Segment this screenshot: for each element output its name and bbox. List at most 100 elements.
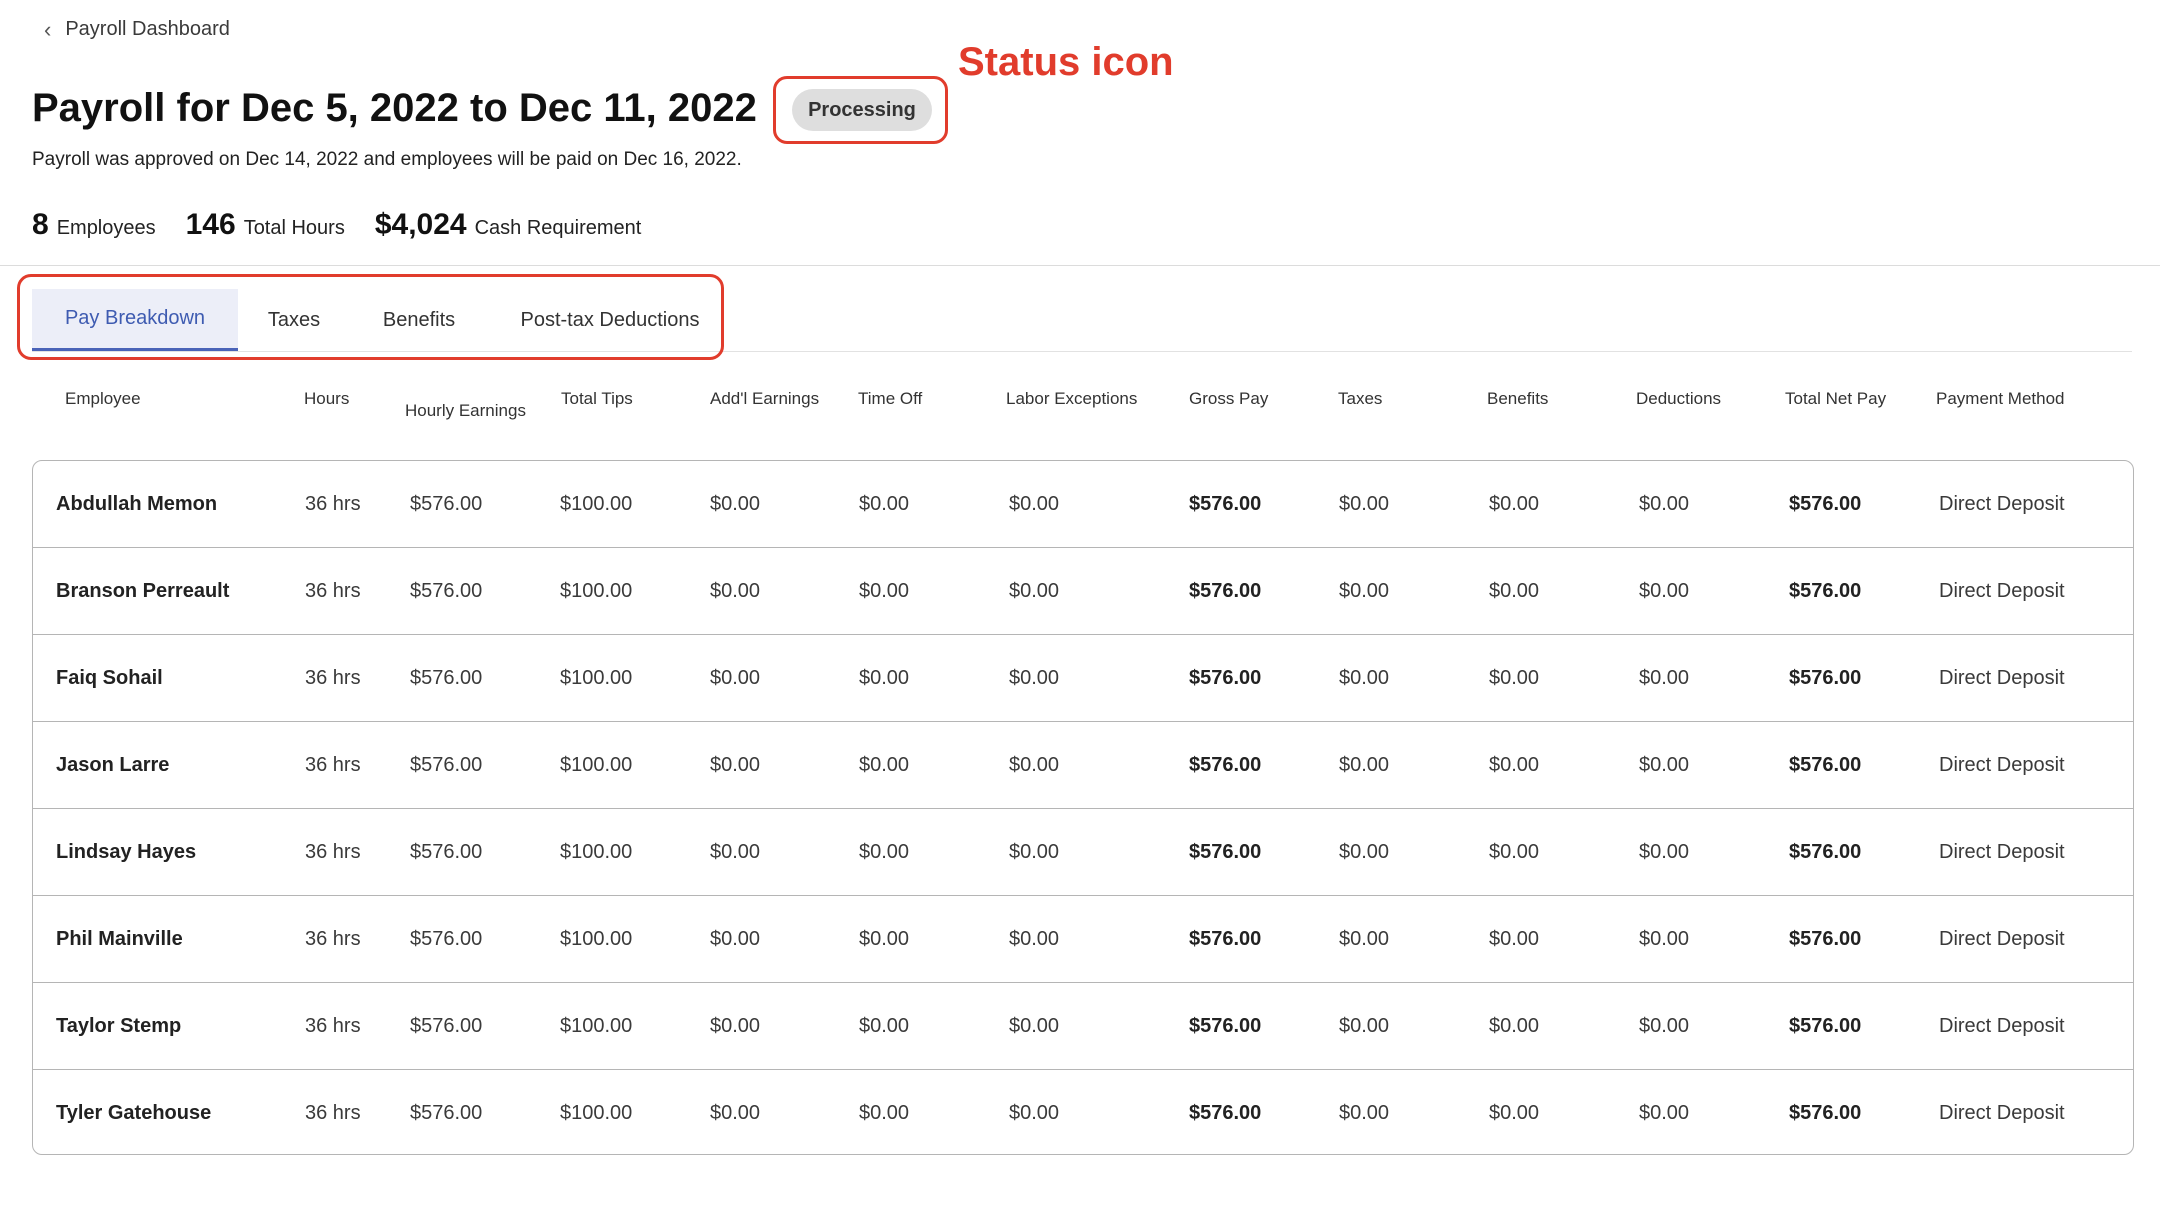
cell-addl-earnings: $0.00 — [710, 754, 761, 776]
table-row[interactable]: Jason Larre 36 hrs $576.00 $100.00 $0.00… — [33, 722, 2133, 809]
tabs-annotation-box — [17, 274, 724, 360]
table-row[interactable]: Lindsay Hayes 36 hrs $576.00 $100.00 $0.… — [33, 809, 2133, 896]
cell-total-tips: $100.00 — [560, 1015, 633, 1037]
cell-benefits: $0.00 — [1489, 667, 1540, 689]
cell-labor-exceptions: $0.00 — [1009, 754, 1060, 776]
cell-taxes: $0.00 — [1339, 493, 1390, 515]
cell-taxes: $0.00 — [1339, 580, 1390, 602]
cell-hours: 36 hrs — [305, 580, 361, 602]
cell-hourly-earnings: $576.00 — [410, 493, 483, 515]
cell-payment-method: Direct Deposit — [1939, 754, 2065, 776]
col-header-total-tips[interactable]: Total Tips — [561, 389, 633, 409]
cell-employee: Branson Perreault — [56, 580, 230, 602]
table-row[interactable]: Phil Mainville 36 hrs $576.00 $100.00 $0… — [33, 896, 2133, 983]
cell-total-tips: $100.00 — [560, 841, 633, 863]
cell-hours: 36 hrs — [305, 1102, 361, 1124]
stat-value: 8 — [32, 208, 49, 241]
cell-hours: 36 hrs — [305, 667, 361, 689]
col-header-deductions[interactable]: Deductions — [1636, 389, 1721, 409]
cell-time-off: $0.00 — [859, 667, 910, 689]
col-header-payment-method[interactable]: Payment Method — [1936, 389, 2065, 409]
cell-total-net-pay: $576.00 — [1789, 493, 1862, 515]
cell-gross-pay: $576.00 — [1189, 493, 1262, 515]
cell-total-net-pay: $576.00 — [1789, 1102, 1862, 1124]
table-row[interactable]: Branson Perreault 36 hrs $576.00 $100.00… — [33, 548, 2133, 635]
col-header-time-off[interactable]: Time Off — [858, 389, 922, 409]
cell-deductions: $0.00 — [1639, 928, 1690, 950]
cell-labor-exceptions: $0.00 — [1009, 1015, 1060, 1037]
cell-addl-earnings: $0.00 — [710, 580, 761, 602]
cell-employee: Taylor Stemp — [56, 1015, 182, 1037]
breadcrumb-label[interactable]: Payroll Dashboard — [65, 18, 230, 41]
table-row[interactable]: Taylor Stemp 36 hrs $576.00 $100.00 $0.0… — [33, 983, 2133, 1070]
col-header-gross-pay[interactable]: Gross Pay — [1189, 389, 1268, 409]
cell-employee: Jason Larre — [56, 754, 170, 776]
status-annotation-label: Status icon — [958, 40, 1174, 84]
col-header-hours[interactable]: Hours — [304, 389, 349, 409]
cell-labor-exceptions: $0.00 — [1009, 1102, 1060, 1124]
cell-total-net-pay: $576.00 — [1789, 928, 1862, 950]
cell-time-off: $0.00 — [859, 580, 910, 602]
cell-time-off: $0.00 — [859, 493, 910, 515]
cell-employee: Lindsay Hayes — [56, 841, 197, 863]
cell-total-net-pay: $576.00 — [1789, 1015, 1862, 1037]
cell-total-net-pay: $576.00 — [1789, 580, 1862, 602]
stat-label: Total Hours — [243, 217, 345, 239]
cell-labor-exceptions: $0.00 — [1009, 580, 1060, 602]
cell-hours: 36 hrs — [305, 928, 361, 950]
pay-breakdown-table: Abdullah Memon 36 hrs $576.00 $100.00 $0… — [32, 460, 2134, 1155]
cell-total-tips: $100.00 — [560, 754, 633, 776]
cell-taxes: $0.00 — [1339, 1015, 1390, 1037]
cell-labor-exceptions: $0.00 — [1009, 493, 1060, 515]
chevron-left-icon[interactable]: ‹ — [44, 18, 51, 41]
cell-benefits: $0.00 — [1489, 1102, 1540, 1124]
cell-payment-method: Direct Deposit — [1939, 667, 2065, 689]
cell-addl-earnings: $0.00 — [710, 1102, 761, 1124]
cell-deductions: $0.00 — [1639, 1015, 1690, 1037]
cell-payment-method: Direct Deposit — [1939, 928, 2065, 950]
cell-hourly-earnings: $576.00 — [410, 1015, 483, 1037]
cell-employee: Abdullah Memon — [56, 493, 218, 515]
cell-gross-pay: $576.00 — [1189, 928, 1262, 950]
cell-employee: Phil Mainville — [56, 928, 183, 950]
cell-time-off: $0.00 — [859, 1102, 910, 1124]
breadcrumb[interactable]: ‹ Payroll Dashboard — [44, 18, 230, 41]
col-header-total-net-pay[interactable]: Total Net Pay — [1785, 389, 1886, 409]
cell-labor-exceptions: $0.00 — [1009, 667, 1060, 689]
col-header-addl-earnings[interactable]: Add'l Earnings — [710, 389, 819, 409]
cell-total-tips: $100.00 — [560, 1102, 633, 1124]
col-header-hourly-earnings[interactable]: Hourly Earnings — [405, 401, 526, 421]
cell-payment-method: Direct Deposit — [1939, 841, 2065, 863]
cell-deductions: $0.00 — [1639, 493, 1690, 515]
cell-hourly-earnings: $576.00 — [410, 928, 483, 950]
cell-time-off: $0.00 — [859, 928, 910, 950]
cell-benefits: $0.00 — [1489, 580, 1540, 602]
cell-deductions: $0.00 — [1639, 841, 1690, 863]
cell-total-tips: $100.00 — [560, 493, 633, 515]
col-header-employee[interactable]: Employee — [65, 389, 141, 409]
cell-total-tips: $100.00 — [560, 928, 633, 950]
cell-hourly-earnings: $576.00 — [410, 580, 483, 602]
cell-gross-pay: $576.00 — [1189, 1015, 1262, 1037]
col-header-labor-exceptions[interactable]: Labor Exceptions — [1006, 389, 1137, 409]
cell-taxes: $0.00 — [1339, 667, 1390, 689]
cell-time-off: $0.00 — [859, 841, 910, 863]
table-row[interactable]: Faiq Sohail 36 hrs $576.00 $100.00 $0.00… — [33, 635, 2133, 722]
cell-taxes: $0.00 — [1339, 754, 1390, 776]
cell-addl-earnings: $0.00 — [710, 1015, 761, 1037]
col-header-taxes[interactable]: Taxes — [1338, 389, 1382, 409]
cell-addl-earnings: $0.00 — [710, 493, 761, 515]
stat-label: Employees — [56, 217, 156, 239]
stat-value: 146 — [185, 208, 236, 241]
cell-deductions: $0.00 — [1639, 667, 1690, 689]
cell-gross-pay: $576.00 — [1189, 1102, 1262, 1124]
cell-deductions: $0.00 — [1639, 1102, 1690, 1124]
cell-benefits: $0.00 — [1489, 928, 1540, 950]
table-row[interactable]: Abdullah Memon 36 hrs $576.00 $100.00 $0… — [33, 461, 2133, 548]
col-header-benefits[interactable]: Benefits — [1487, 389, 1548, 409]
cell-benefits: $0.00 — [1489, 841, 1540, 863]
table-row[interactable]: Tyler Gatehouse 36 hrs $576.00 $100.00 $… — [33, 1070, 2133, 1157]
page-title: Payroll for Dec 5, 2022 to Dec 11, 2022 — [32, 86, 757, 130]
cell-total-tips: $100.00 — [560, 580, 633, 602]
payroll-page: ‹ Payroll Dashboard Payroll for Dec 5, 2… — [0, 0, 2160, 1216]
